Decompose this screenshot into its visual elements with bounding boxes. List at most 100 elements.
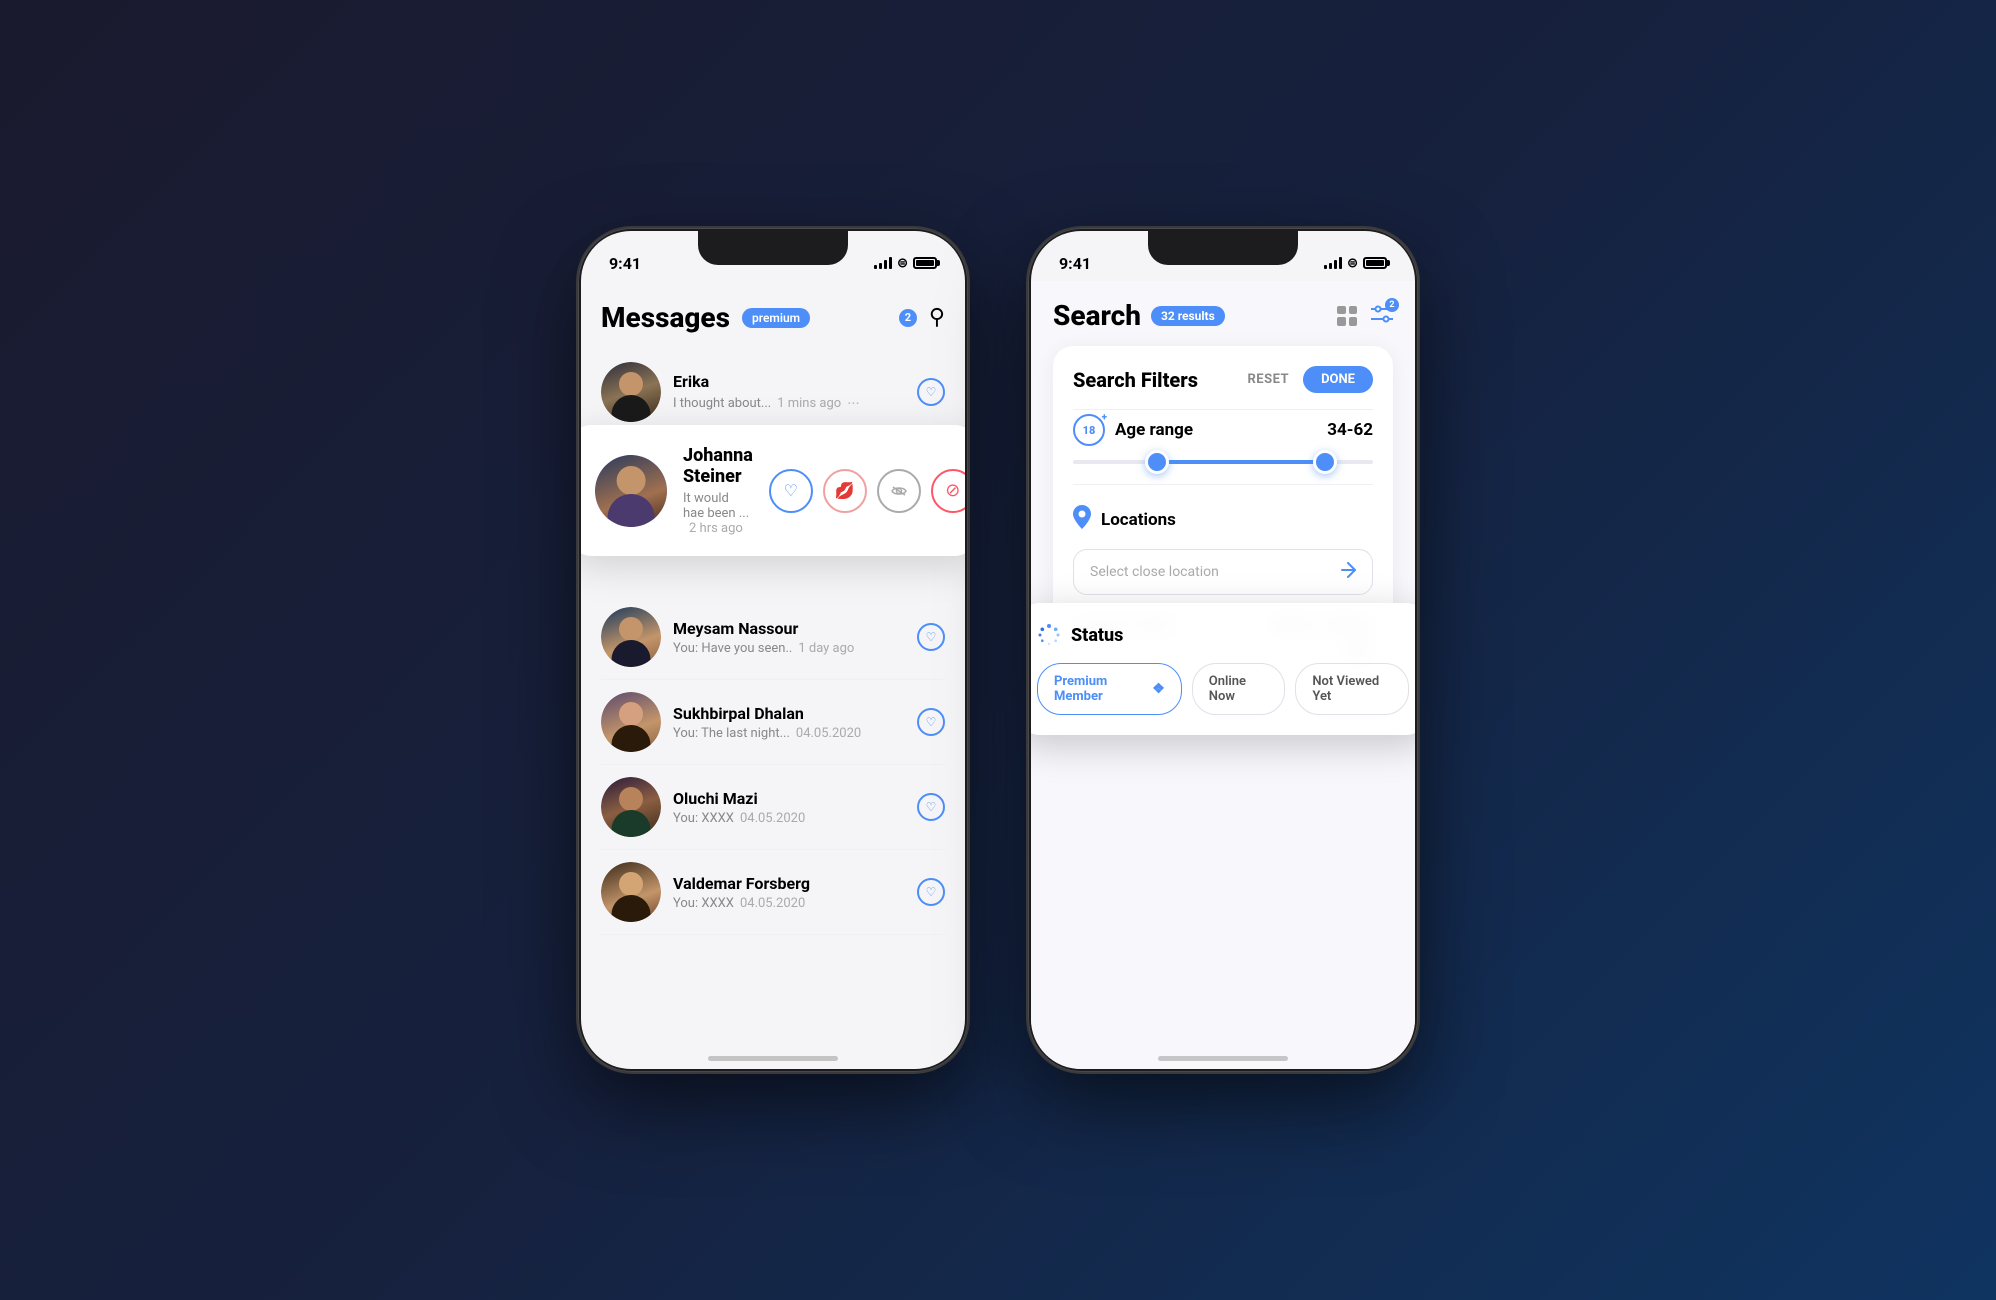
list-item[interactable]: Valdemar Forsberg You: XXXX 04.05.2020 ♡ bbox=[601, 850, 945, 935]
preview-text: You: The last night... bbox=[673, 726, 790, 741]
age-slider-thumb-min[interactable] bbox=[1145, 450, 1169, 474]
message-info: Oluchi Mazi You: XXXX 04.05.2020 bbox=[661, 789, 917, 826]
message-info: Valdemar Forsberg You: XXXX 04.05.2020 bbox=[661, 874, 917, 911]
messages-screen: 9:41 ⊜ Messages premium bbox=[581, 231, 965, 1069]
list-item[interactable]: Sukhbirpal Dhalan You: The last night...… bbox=[601, 680, 945, 765]
min-age-label: 18 bbox=[1083, 424, 1096, 437]
premium-member-button[interactable]: Premium Member ❖ bbox=[1037, 663, 1182, 715]
oluchi-avatar bbox=[601, 777, 661, 837]
signal-icon-2 bbox=[1324, 257, 1342, 269]
battery-fill-2 bbox=[1366, 260, 1384, 266]
hide-button[interactable] bbox=[877, 469, 921, 513]
message-info: Sukhbirpal Dhalan You: The last night...… bbox=[661, 704, 917, 741]
status-header: Status bbox=[1037, 623, 1409, 647]
sender-name: Erika bbox=[673, 372, 905, 391]
filter-icon-wrap[interactable]: 2 bbox=[1371, 304, 1393, 328]
search-title-group: Search 32 results bbox=[1053, 299, 1225, 332]
heart-button[interactable]: ♡ bbox=[917, 793, 945, 821]
status-icon bbox=[1037, 623, 1061, 647]
unread-badge: 2 bbox=[899, 309, 917, 327]
kiss-button[interactable]: 💋 bbox=[823, 469, 867, 513]
battery-icon bbox=[913, 257, 937, 269]
avatar-head bbox=[619, 372, 643, 396]
message-preview: You: XXXX 04.05.2020 bbox=[673, 896, 905, 911]
age-left: 18 + Age range bbox=[1073, 414, 1193, 446]
done-button[interactable]: DONE bbox=[1303, 366, 1373, 393]
heart-button[interactable]: ♡ bbox=[917, 623, 945, 651]
expanded-actions: ♡ 💋 ⊘ 🗑 bbox=[769, 469, 965, 513]
expanded-message-card[interactable]: Johanna Steiner It would hae been ... 2 … bbox=[581, 425, 965, 556]
list-item[interactable]: Erika I thought about... 1 mins ago ··· … bbox=[601, 350, 945, 435]
reset-button[interactable]: RESET bbox=[1247, 372, 1289, 387]
diamond-icon: ❖ bbox=[1152, 681, 1165, 697]
expanded-preview: It would hae been ... 2 hrs ago bbox=[683, 491, 753, 536]
age-section: 18 + Age range 34-62 bbox=[1073, 414, 1373, 464]
age-slider-thumb-max[interactable] bbox=[1313, 450, 1337, 474]
phone-messages: 9:41 ⊜ Messages premium bbox=[578, 228, 968, 1072]
location-title: Locations bbox=[1101, 510, 1176, 530]
wifi-icon-2: ⊜ bbox=[1347, 256, 1358, 271]
age-slider-fill bbox=[1157, 460, 1325, 464]
preview-text: I thought about... bbox=[673, 396, 771, 411]
messages-content: Messages premium 2 ⚲ bbox=[581, 281, 965, 935]
age-range-label: Age range bbox=[1115, 420, 1193, 440]
block-button[interactable]: ⊘ bbox=[931, 469, 965, 513]
premium-badge: premium bbox=[742, 308, 810, 328]
sender-name: Oluchi Mazi bbox=[673, 789, 905, 808]
filter-title: Search Filters bbox=[1073, 368, 1198, 392]
search-screen: 9:41 ⊜ Search 32 results bbox=[1031, 231, 1415, 1069]
search-header: Search 32 results bbox=[1053, 289, 1393, 346]
location-input[interactable]: Select close location bbox=[1073, 549, 1373, 595]
status-icons-2: ⊜ bbox=[1324, 256, 1387, 271]
message-time: 04.05.2020 bbox=[740, 811, 805, 826]
avatar bbox=[601, 362, 661, 422]
results-badge: 32 results bbox=[1151, 306, 1225, 326]
list-item[interactable]: Meysam Nassour You: Have you seen.. 1 da… bbox=[601, 595, 945, 680]
johanna-avatar bbox=[595, 455, 667, 527]
grid-view-icon[interactable] bbox=[1337, 306, 1357, 326]
preview-text: You: XXXX bbox=[673, 896, 734, 911]
avatar-head bbox=[619, 702, 643, 726]
more-options[interactable]: ··· bbox=[847, 394, 860, 413]
sender-name: Sukhbirpal Dhalan bbox=[673, 704, 905, 723]
avatar-head bbox=[619, 787, 643, 811]
heart-button[interactable]: ♡ bbox=[917, 708, 945, 736]
age-plus-icon: + bbox=[1102, 412, 1107, 423]
age-range-value: 34-62 bbox=[1327, 420, 1373, 440]
list-item[interactable]: Oluchi Mazi You: XXXX 04.05.2020 ♡ bbox=[601, 765, 945, 850]
sukhbirpal-avatar bbox=[601, 692, 661, 752]
filter-actions: RESET DONE bbox=[1247, 366, 1373, 393]
hide-icon bbox=[891, 486, 907, 496]
heart-button[interactable]: ♡ bbox=[917, 378, 945, 406]
avatar-head bbox=[617, 466, 646, 495]
like-button[interactable]: ♡ bbox=[769, 469, 813, 513]
avatar-head bbox=[619, 872, 643, 896]
filter-section-header: Search Filters RESET DONE bbox=[1073, 366, 1373, 393]
message-list: Erika I thought about... 1 mins ago ··· … bbox=[601, 350, 945, 935]
preview-text: You: Have you seen.. bbox=[673, 641, 792, 656]
time-2: 9:41 bbox=[1059, 254, 1091, 273]
not-viewed-button[interactable]: Not Viewed Yet bbox=[1295, 663, 1409, 715]
message-time: 04.05.2020 bbox=[796, 726, 861, 741]
message-info: Meysam Nassour You: Have you seen.. 1 da… bbox=[661, 619, 917, 656]
location-pin-icon bbox=[1073, 505, 1091, 535]
online-now-button[interactable]: Online Now bbox=[1192, 663, 1286, 715]
messages-header: Messages premium 2 ⚲ bbox=[601, 291, 945, 350]
notch bbox=[698, 231, 848, 265]
search-header-icons: 2 bbox=[1337, 304, 1393, 328]
avatar bbox=[601, 692, 661, 752]
filter-count-badge: 2 bbox=[1385, 298, 1399, 312]
heart-button[interactable]: ♡ bbox=[917, 878, 945, 906]
wifi-icon: ⊜ bbox=[897, 256, 908, 271]
status-card: Status Premium Member ❖ Online Now bbox=[1031, 603, 1415, 735]
scene: 9:41 ⊜ Messages premium bbox=[538, 188, 1458, 1112]
expanded-name: Johanna Steiner bbox=[683, 445, 753, 487]
battery-icon-2 bbox=[1363, 257, 1387, 269]
meysam-avatar bbox=[601, 607, 661, 667]
erika-avatar bbox=[601, 362, 661, 422]
search-button[interactable]: ⚲ bbox=[929, 305, 945, 330]
premium-member-label: Premium Member bbox=[1054, 674, 1146, 704]
notch-2 bbox=[1148, 231, 1298, 265]
valdemar-avatar bbox=[601, 862, 661, 922]
avatar-head bbox=[619, 617, 643, 641]
